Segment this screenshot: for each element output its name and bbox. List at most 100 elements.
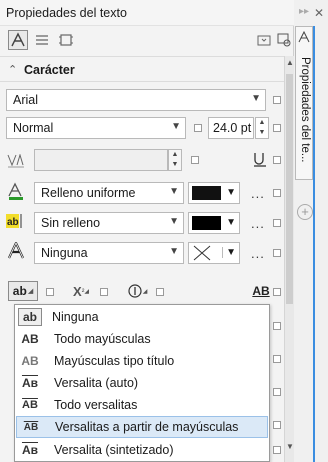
pin-icon[interactable]: ▸▸ xyxy=(299,6,309,17)
position-checkbox[interactable] xyxy=(100,288,108,296)
docker-accent-bar xyxy=(313,26,315,462)
collapse-chevron-icon[interactable]: ⌃ xyxy=(8,63,17,76)
chevron-down-icon: ▼ xyxy=(251,93,261,104)
kerning-input[interactable] xyxy=(34,149,168,171)
list-item[interactable]: ab Ninguna xyxy=(16,306,268,328)
kerning-icon xyxy=(6,151,26,171)
numeral-style-icon[interactable]: ◢ xyxy=(124,281,150,301)
checkbox[interactable] xyxy=(273,355,281,363)
chevron-down-icon: ▼ xyxy=(169,216,179,227)
outline-checkbox[interactable] xyxy=(273,249,281,257)
case-dropdown-list: ab Ninguna AB Todo mayúsculas AB Mayúscu… xyxy=(14,304,270,462)
scroll-down-icon[interactable]: ▼ xyxy=(286,442,294,451)
background-more-button[interactable]: ... xyxy=(251,216,265,231)
font-family-value: Arial xyxy=(13,93,39,107)
background-fill-icon: ab xyxy=(6,211,26,231)
chevron-down-icon: ▼ xyxy=(226,217,236,228)
svg-text:ab: ab xyxy=(7,217,19,228)
list-item-label: Versalita (auto) xyxy=(54,376,139,390)
case-none-icon: ab xyxy=(18,308,42,326)
fill-checkbox[interactable] xyxy=(273,189,281,197)
list-item[interactable]: AB Mayúsculas tipo título xyxy=(16,350,268,372)
all-caps-icon: AB xyxy=(21,332,39,346)
docker-side-strip: ▸▸ ✕ Propiedades del te... + xyxy=(295,0,328,462)
chevron-down-icon: ▼ xyxy=(169,246,179,257)
text-properties-panel: Propiedades del texto ⌃ Carácter Arial ▼… xyxy=(0,0,294,462)
chevron-down-icon: ▼ xyxy=(171,121,181,132)
scrollbar-thumb[interactable] xyxy=(286,74,293,304)
style-checkbox[interactable] xyxy=(194,124,202,132)
checkbox[interactable] xyxy=(273,421,281,429)
docker-tab-text-properties[interactable]: Propiedades del te... xyxy=(295,26,313,180)
panel-options-icon[interactable] xyxy=(254,30,274,50)
fill-type-select[interactable]: Relleno uniforme ▼ xyxy=(34,182,184,204)
font-size-value: 24.0 pt xyxy=(213,121,252,135)
font-style-select[interactable]: Normal ▼ xyxy=(6,117,186,139)
add-docker-icon[interactable]: + xyxy=(297,204,313,220)
case-checkbox[interactable] xyxy=(46,288,54,296)
list-item-highlighted[interactable]: AB Versalitas a partir de mayúsculas xyxy=(16,416,268,438)
panel-titlebar: Propiedades del texto xyxy=(0,0,294,26)
outline-select[interactable]: Ninguna ▼ xyxy=(34,242,184,264)
list-item-label: Versalitas a partir de mayúsculas xyxy=(55,420,239,434)
underline-checkbox[interactable] xyxy=(273,156,281,164)
superscript-icon[interactable]: X ² ◢ xyxy=(68,281,94,301)
lock-checkbox[interactable] xyxy=(273,96,281,104)
font-family-select[interactable]: Arial ▼ xyxy=(6,89,266,111)
list-item[interactable]: AB Todo versalitas xyxy=(16,394,268,416)
section-label: Carácter xyxy=(24,63,75,77)
underline-icon[interactable] xyxy=(250,150,270,170)
character-section-header[interactable]: ⌃ Carácter xyxy=(0,56,284,82)
outline-color-picker[interactable]: ▼ xyxy=(188,242,240,264)
checkbox[interactable] xyxy=(273,446,281,454)
size-checkbox[interactable] xyxy=(273,124,281,132)
font-style-value: Normal xyxy=(13,121,54,135)
background-color-picker[interactable]: ▼ xyxy=(188,212,240,234)
no-color-icon xyxy=(193,245,211,261)
docker-tab-label: Propiedades del te... xyxy=(299,57,311,163)
character-tab-icon[interactable] xyxy=(8,30,28,50)
fill-color-picker[interactable]: ▼ xyxy=(188,182,240,204)
chevron-down-icon: ▼ xyxy=(169,186,179,197)
list-item[interactable]: AB Todo mayúsculas xyxy=(16,328,268,350)
synthesized-small-caps-icon: Aв xyxy=(21,443,39,457)
numeral-checkbox[interactable] xyxy=(156,288,164,296)
font-size-input[interactable]: 24.0 pt xyxy=(208,117,254,139)
kerning-checkbox[interactable] xyxy=(191,156,199,164)
list-item[interactable]: Aв Versalita (sintetizado) xyxy=(16,439,268,461)
list-item-label: Versalita (sintetizado) xyxy=(54,443,174,457)
panel-scrollbar[interactable]: ▲ ▼ xyxy=(284,56,294,462)
fill-type-value: Relleno uniforme xyxy=(41,186,136,200)
fill-color-swatch xyxy=(192,186,221,200)
background-checkbox[interactable] xyxy=(273,219,281,227)
all-caps-icon[interactable]: AB xyxy=(250,281,272,301)
outline-value: Ninguna xyxy=(41,246,88,260)
character-tab-icon xyxy=(298,30,310,43)
outline-more-button[interactable]: ... xyxy=(251,246,265,261)
all-small-caps-icon: AB xyxy=(22,399,38,411)
chevron-down-icon: ▼ xyxy=(222,247,236,258)
list-item[interactable]: Aв Versalita (auto) xyxy=(16,372,268,394)
scroll-up-icon[interactable]: ▲ xyxy=(286,58,294,67)
preview-icon[interactable] xyxy=(274,30,294,50)
paragraph-tab-icon[interactable] xyxy=(32,30,52,50)
list-item-label: Ninguna xyxy=(52,310,99,324)
background-fill-select[interactable]: Sin relleno ▼ xyxy=(34,212,184,234)
text-outline-icon xyxy=(6,241,26,261)
panel-title: Propiedades del texto xyxy=(6,6,127,20)
fill-more-button[interactable]: ... xyxy=(251,186,265,201)
close-icon[interactable]: ✕ xyxy=(314,6,324,20)
case-button[interactable]: ab ◢ xyxy=(8,281,38,301)
background-color-swatch xyxy=(192,216,221,230)
checkbox[interactable] xyxy=(273,388,281,396)
list-item-label: Mayúsculas tipo título xyxy=(54,354,175,368)
checkbox[interactable] xyxy=(273,322,281,330)
kerning-spinner[interactable]: ▲ ▼ xyxy=(168,149,182,171)
list-item-label: Todo mayúsculas xyxy=(54,332,151,346)
text-fill-icon xyxy=(6,181,26,201)
font-size-spinner[interactable]: ▲ ▼ xyxy=(255,117,269,139)
frame-tab-icon[interactable] xyxy=(56,30,76,50)
small-caps-icon: Aв xyxy=(21,376,39,390)
small-caps-from-caps-icon: AB xyxy=(23,421,39,433)
allcaps-checkbox[interactable] xyxy=(273,288,281,296)
